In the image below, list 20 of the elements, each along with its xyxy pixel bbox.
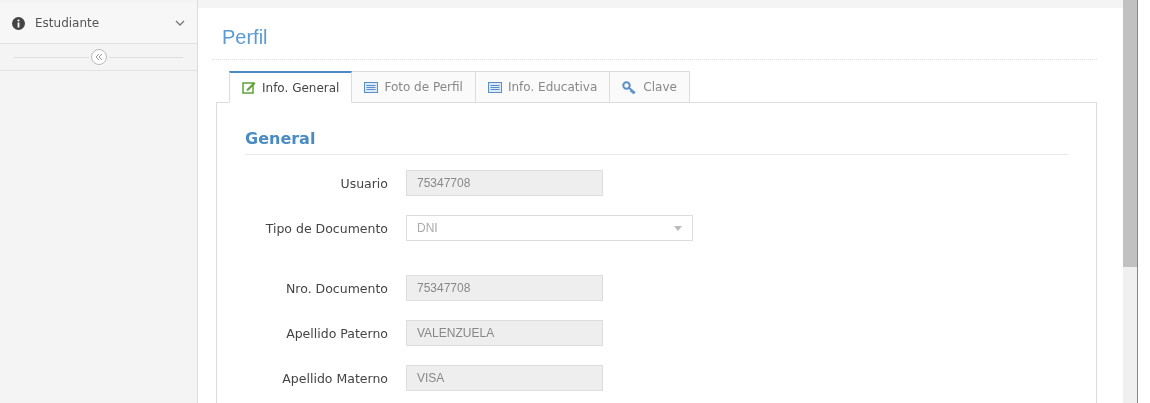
list-icon (364, 81, 379, 93)
list-icon (487, 81, 502, 93)
tab[interactable]: Foto de Perfil (352, 71, 476, 103)
double-chevron-icon (94, 53, 103, 61)
field-label: Nro. Documento (285, 280, 388, 296)
field-label: Tipo de Documento (264, 220, 388, 236)
field-label: Usuario (339, 175, 388, 191)
key-icon (622, 80, 638, 94)
caret-icon (674, 225, 682, 231)
field-label: Apellido Paterno (285, 325, 388, 341)
info-icon (12, 16, 25, 30)
field-label: Apellido Materno (281, 370, 388, 386)
tab[interactable]: Info. Educativa (475, 71, 611, 103)
collapse-button[interactable] (90, 49, 107, 65)
edit-icon (242, 81, 256, 94)
scrollbar[interactable] (1123, 0, 1137, 403)
tab[interactable]: Clave (610, 71, 690, 103)
page-title: Perfil (222, 25, 269, 50)
tab[interactable]: Info. General (229, 71, 353, 103)
section-heading: General (245, 129, 1068, 155)
